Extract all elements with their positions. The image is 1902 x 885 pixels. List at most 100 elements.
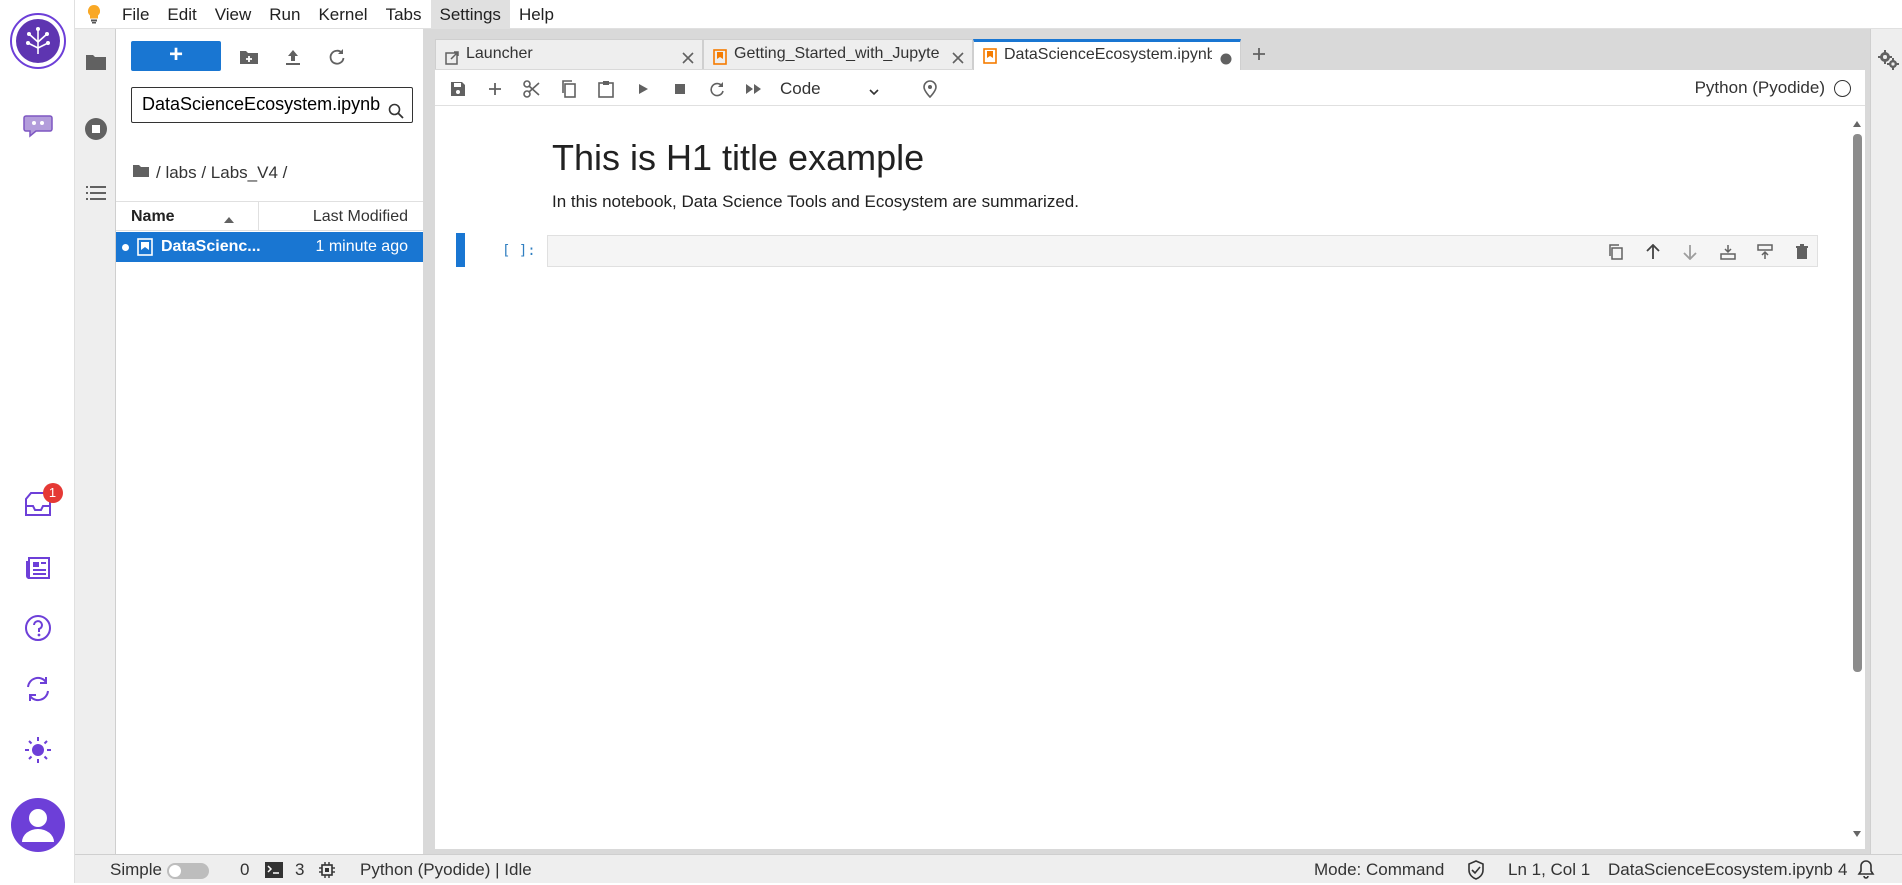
upload-icon[interactable] — [280, 44, 306, 70]
notebook-icon — [983, 47, 997, 70]
tab-getting-started[interactable]: Getting_Started_with_Jupyte — [703, 39, 973, 69]
file-list-item[interactable]: DataScienc... 1 minute ago — [116, 232, 423, 262]
restart-kernel-icon[interactable] — [706, 78, 728, 100]
new-folder-icon[interactable] — [236, 44, 262, 70]
jupyterlite-logo-icon — [75, 4, 113, 24]
run-icon[interactable] — [632, 78, 654, 100]
stop-icon[interactable] — [669, 78, 691, 100]
status-bar: Simple 0 3 Python (Pyodide) | Idle Mode:… — [75, 854, 1902, 883]
menu-run[interactable]: Run — [260, 0, 309, 29]
status-filename: DataScienceEcosystem.ipynb — [1608, 860, 1833, 879]
close-icon[interactable] — [951, 47, 965, 69]
insert-cell-below-icon[interactable] — [1718, 243, 1738, 261]
vertical-scrollbar[interactable] — [1849, 107, 1865, 849]
file-browser-panel: + DataScienceEcosystem.ipynb / labs / La… — [116, 29, 429, 854]
copy-icon[interactable] — [558, 78, 580, 100]
notebook-mode: Mode: Command — [1314, 860, 1445, 879]
file-browser-tab-icon[interactable] — [75, 53, 116, 71]
terminal-icon — [265, 862, 283, 883]
simple-mode-label: Simple — [110, 860, 162, 879]
notebook-content: This is H1 title example In this noteboo… — [435, 107, 1865, 849]
file-browser-toolbar: + — [116, 29, 423, 83]
code-cell-editor[interactable] — [547, 235, 1818, 267]
breadcrumb: / labs / Labs_V4 / — [132, 163, 287, 183]
cell-type-select[interactable]: Code — [780, 77, 890, 101]
new-launcher-button[interactable]: + — [131, 41, 221, 71]
scrollbar-thumb[interactable] — [1853, 134, 1862, 672]
notification-count[interactable]: 4 — [1838, 860, 1847, 880]
column-divider — [258, 202, 259, 231]
refresh-icon[interactable] — [324, 44, 350, 70]
menu-settings[interactable]: Settings — [430, 0, 510, 29]
kernel-name[interactable]: Python (Pyodide) — [1695, 78, 1825, 98]
menu-file[interactable]: File — [113, 0, 158, 29]
duplicate-cell-icon[interactable] — [1606, 243, 1626, 261]
input-prompt: [ ]: — [502, 243, 536, 259]
file-name: DataScienc... — [161, 238, 261, 255]
markdown-heading: This is H1 title example — [552, 137, 925, 178]
skills-network-logo-icon[interactable] — [0, 6, 75, 76]
terminal-count[interactable]: 0 — [240, 860, 249, 880]
location-pin-icon[interactable] — [919, 78, 941, 100]
news-icon[interactable] — [0, 552, 75, 584]
active-cell-indicator[interactable] — [456, 233, 465, 267]
sort-ascending-icon[interactable] — [223, 211, 235, 229]
column-name-header[interactable]: Name — [131, 208, 175, 226]
chat-assistant-icon[interactable] — [0, 108, 75, 142]
notebook-file-icon — [137, 238, 153, 261]
breadcrumb-path[interactable]: / labs / Labs_V4 / — [156, 163, 287, 183]
cell-type-value: Code — [780, 79, 821, 98]
menu-edit[interactable]: Edit — [158, 0, 205, 29]
markdown-paragraph: In this notebook, Data Science Tools and… — [552, 192, 1079, 211]
add-cell-icon[interactable] — [484, 78, 506, 100]
file-list-header: Name Last Modified — [116, 201, 423, 231]
close-icon[interactable] — [681, 47, 695, 69]
scroll-down-icon[interactable] — [1852, 825, 1862, 843]
tab-label: Launcher — [466, 45, 533, 62]
menu-view[interactable]: View — [206, 0, 261, 29]
tab-launcher[interactable]: Launcher — [435, 39, 703, 69]
folder-icon[interactable] — [132, 163, 150, 183]
chevron-down-icon — [868, 81, 880, 105]
move-down-icon[interactable] — [1680, 243, 1700, 261]
table-of-contents-icon[interactable] — [75, 184, 116, 202]
theme-brightness-icon[interactable] — [0, 734, 75, 766]
main-dock-area: Launcher Getting_Started_with_Jupyte Dat… — [429, 29, 1870, 854]
help-icon[interactable] — [0, 612, 75, 644]
menu-tabs[interactable]: Tabs — [377, 0, 431, 29]
property-inspector-gear-icon[interactable] — [1877, 49, 1899, 76]
save-icon[interactable] — [447, 78, 469, 100]
user-avatar-icon[interactable] — [0, 797, 75, 853]
kernel-status[interactable]: Python (Pyodide) | Idle — [360, 860, 532, 880]
notebook-panel: Code Python (Pyodide) This is H1 title e… — [435, 70, 1865, 849]
trusted-shield-icon[interactable] — [1467, 860, 1485, 885]
cursor-position[interactable]: Ln 1, Col 1 — [1508, 860, 1590, 880]
simple-mode-toggle[interactable] — [167, 863, 209, 879]
scroll-up-icon[interactable] — [1852, 115, 1862, 133]
running-sessions-icon[interactable] — [75, 117, 116, 141]
column-modified-header[interactable]: Last Modified — [313, 208, 408, 226]
new-tab-icon[interactable] — [1245, 41, 1273, 67]
menu-help[interactable]: Help — [510, 0, 563, 29]
delete-cell-icon[interactable] — [1792, 243, 1812, 261]
menu-kernel[interactable]: Kernel — [309, 0, 376, 29]
notebook-toolbar: Code Python (Pyodide) — [435, 70, 1865, 106]
paste-icon[interactable] — [595, 78, 617, 100]
inbox-icon[interactable]: 1 — [0, 483, 75, 522]
file-filter-input[interactable]: DataScienceEcosystem.ipynb — [131, 87, 413, 123]
tab-datascience-ecosystem[interactable]: DataScienceEcosystem.ipynb — [973, 39, 1241, 70]
sync-icon[interactable] — [0, 673, 75, 705]
left-sidebar — [75, 29, 116, 854]
outer-left-rail: 1 — [0, 0, 75, 883]
file-modified: 1 minute ago — [315, 238, 408, 255]
unsaved-indicator-icon[interactable] — [1219, 49, 1233, 70]
cut-icon[interactable] — [521, 78, 543, 100]
kernel-count[interactable]: 3 — [295, 860, 304, 880]
tab-bar: Launcher Getting_Started_with_Jupyte Dat… — [435, 35, 1865, 70]
bell-icon[interactable] — [1857, 859, 1875, 884]
insert-cell-above-icon[interactable] — [1755, 243, 1775, 261]
search-icon — [388, 97, 404, 122]
right-sidebar — [1870, 29, 1902, 854]
move-up-icon[interactable] — [1643, 243, 1663, 261]
restart-run-all-icon[interactable] — [743, 78, 765, 100]
